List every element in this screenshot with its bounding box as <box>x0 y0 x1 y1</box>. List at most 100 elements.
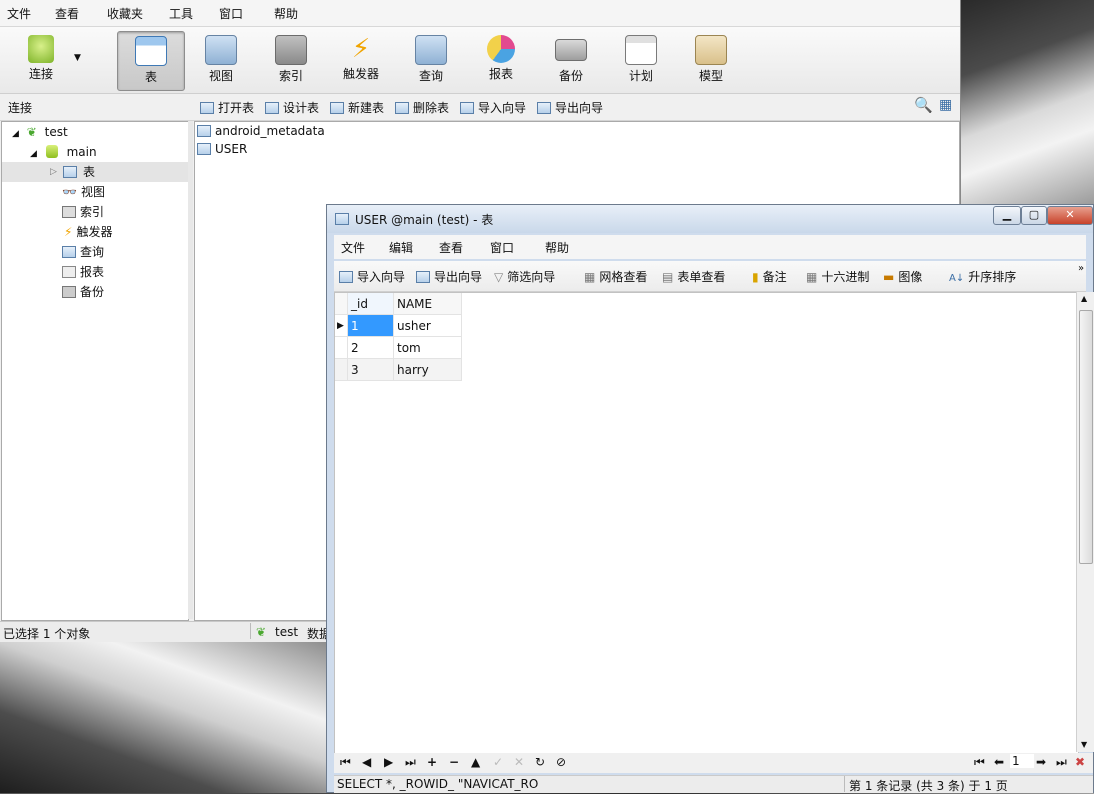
add-record-icon[interactable]: + <box>427 755 437 769</box>
grid-view-icon[interactable]: ▦ <box>939 97 952 113</box>
column-header[interactable]: _id <box>348 293 394 315</box>
minimize-button[interactable]: ▁ <box>993 206 1021 225</box>
tree-item-tables[interactable]: ▷ 表 <box>2 162 188 182</box>
close-button[interactable]: ✕ <box>1047 206 1093 225</box>
collapse-arrow-icon[interactable]: ◢ <box>12 129 19 139</box>
memo-button[interactable]: ▮ 备注 <box>752 268 787 285</box>
grid-view-button[interactable]: ▦ 网格查看 <box>584 268 647 285</box>
next-record-icon[interactable]: ▶ <box>384 755 393 769</box>
ribbon-trigger-button[interactable]: ⚡ 触发器 <box>328 31 394 89</box>
list-item[interactable]: android_metadata <box>197 122 325 140</box>
scroll-down-icon[interactable]: ▼ <box>1081 740 1087 749</box>
collapse-arrow-icon[interactable]: ◢ <box>30 149 37 159</box>
first-page-icon[interactable]: ⏮ <box>974 755 985 770</box>
scrollbar-thumb[interactable] <box>1079 310 1093 564</box>
export-wizard-button[interactable]: 导出向导 <box>416 268 482 285</box>
ribbon-report-button[interactable]: 报表 <box>468 31 534 89</box>
ribbon-schedule-button[interactable]: 计划 <box>608 31 674 89</box>
last-record-icon[interactable]: ⏭ <box>405 755 416 770</box>
ribbon-query-button[interactable]: 查询 <box>398 31 464 89</box>
table-cell[interactable]: usher <box>394 315 462 337</box>
menu-view[interactable]: 查看 <box>55 5 79 22</box>
table-cell[interactable]: 3 <box>348 359 394 381</box>
delete-table-button[interactable]: 删除表 <box>395 99 449 116</box>
table-window-titlebar[interactable]: USER @main (test) - 表 ▁ ▢ ✕ <box>327 205 1093 233</box>
refresh-icon[interactable]: ↻ <box>535 755 545 769</box>
export-wizard-button[interactable]: 导出向导 <box>537 99 603 116</box>
last-page-icon[interactable]: ⏭ <box>1056 755 1067 770</box>
import-wizard-button[interactable]: 导入向导 <box>339 268 405 285</box>
tree-item-database[interactable]: ◢ main <box>30 142 97 162</box>
tree-item-triggers[interactable]: ⚡ 触发器 <box>64 222 112 242</box>
table-cell[interactable]: tom <box>394 337 462 359</box>
image-button[interactable]: ▬ 图像 <box>883 268 922 285</box>
search-icon[interactable]: 🔍 <box>914 96 933 114</box>
table-cell[interactable]: harry <box>394 359 462 381</box>
tree-indexes-label: 索引 <box>80 205 105 219</box>
ribbon-backup-button[interactable]: 备份 <box>538 31 604 89</box>
tree-item-connection[interactable]: ◢ ❦ test <box>12 122 68 142</box>
list-item[interactable]: USER <box>197 140 247 158</box>
next-page-icon[interactable]: ➡ <box>1036 755 1046 769</box>
menu-help[interactable]: 帮助 <box>545 239 569 256</box>
expand-arrow-icon[interactable]: ▷ <box>50 162 57 182</box>
row-header[interactable] <box>335 359 348 381</box>
menu-help[interactable]: 帮助 <box>274 5 298 22</box>
delete-record-icon[interactable]: − <box>449 755 459 769</box>
menu-favorites[interactable]: 收藏夹 <box>107 5 143 22</box>
ribbon-index-button[interactable]: 索引 <box>258 31 324 89</box>
tree-item-reports[interactable]: 报表 <box>62 262 104 282</box>
tree-item-views[interactable]: 👓 视图 <box>62 182 105 202</box>
maximize-button[interactable]: ▢ <box>1021 206 1047 225</box>
vertical-scrollbar[interactable]: ▲ ▼ <box>1076 292 1094 752</box>
first-record-icon[interactable]: ⏮ <box>340 755 351 770</box>
connect-dropdown-icon[interactable]: ▼ <box>74 53 81 63</box>
open-table-button[interactable]: 打开表 <box>200 99 254 116</box>
row-header[interactable] <box>335 337 348 359</box>
ribbon-table-button[interactable]: 表 <box>117 31 185 91</box>
filter-icon: ▽ <box>494 270 504 284</box>
design-table-button[interactable]: 设计表 <box>265 99 319 116</box>
record-info: 第 1 条记录 (共 3 条) 于 1 页 <box>849 779 1008 793</box>
table-cell[interactable]: 1 <box>348 315 394 337</box>
connect-button[interactable]: 连接 ▼ <box>8 31 81 89</box>
tree-reports-label: 报表 <box>80 265 105 279</box>
tree-item-indexes[interactable]: 索引 <box>62 202 104 222</box>
previous-record-icon[interactable]: ◀ <box>362 755 371 769</box>
toolbar-overflow-icon[interactable]: » <box>1078 263 1084 274</box>
page-number-input[interactable]: 1 <box>1010 754 1034 768</box>
menu-window[interactable]: 窗口 <box>490 239 514 256</box>
panel-splitter[interactable] <box>188 121 193 619</box>
scroll-up-icon[interactable]: ▲ <box>1081 294 1087 303</box>
form-view-button[interactable]: ▤ 表单查看 <box>662 268 725 285</box>
column-header[interactable]: NAME <box>394 293 462 315</box>
filter-wizard-button[interactable]: ▽ 筛选向导 <box>494 268 555 285</box>
import-wizard-label: 导入向导 <box>478 101 527 115</box>
up-icon[interactable]: ▲ <box>471 755 480 769</box>
menu-file[interactable]: 文件 <box>7 5 31 22</box>
stop-icon[interactable]: ⊘ <box>556 755 566 769</box>
ribbon-view-button[interactable]: 视图 <box>188 31 254 89</box>
new-table-button[interactable]: 新建表 <box>330 99 384 116</box>
table-icon <box>135 36 167 66</box>
previous-page-icon[interactable]: ⬅ <box>994 755 1004 769</box>
settings-icon[interactable]: ✖ <box>1075 755 1085 769</box>
tree-item-backups[interactable]: 备份 <box>62 282 104 302</box>
menu-window[interactable]: 窗口 <box>219 5 243 22</box>
tree-item-queries[interactable]: 查询 <box>62 242 104 262</box>
plug-icon <box>28 35 54 63</box>
form-icon: ▤ <box>662 270 674 284</box>
table-cell[interactable]: 2 <box>348 337 394 359</box>
menu-tools[interactable]: 工具 <box>169 5 193 22</box>
hex-button[interactable]: ▦ 十六进制 <box>806 268 869 285</box>
new-table-icon <box>330 102 344 114</box>
cancel-icon[interactable]: ✕ <box>514 755 524 769</box>
ribbon-index-label: 索引 <box>278 69 303 83</box>
menu-view[interactable]: 查看 <box>439 239 463 256</box>
import-wizard-button[interactable]: 导入向导 <box>460 99 526 116</box>
sort-ascending-button[interactable]: A↓ 升序排序 <box>949 268 1016 285</box>
ribbon-model-button[interactable]: 模型 <box>678 31 744 89</box>
apply-icon[interactable]: ✓ <box>493 755 503 769</box>
menu-edit[interactable]: 编辑 <box>389 239 413 256</box>
menu-file[interactable]: 文件 <box>341 239 365 256</box>
